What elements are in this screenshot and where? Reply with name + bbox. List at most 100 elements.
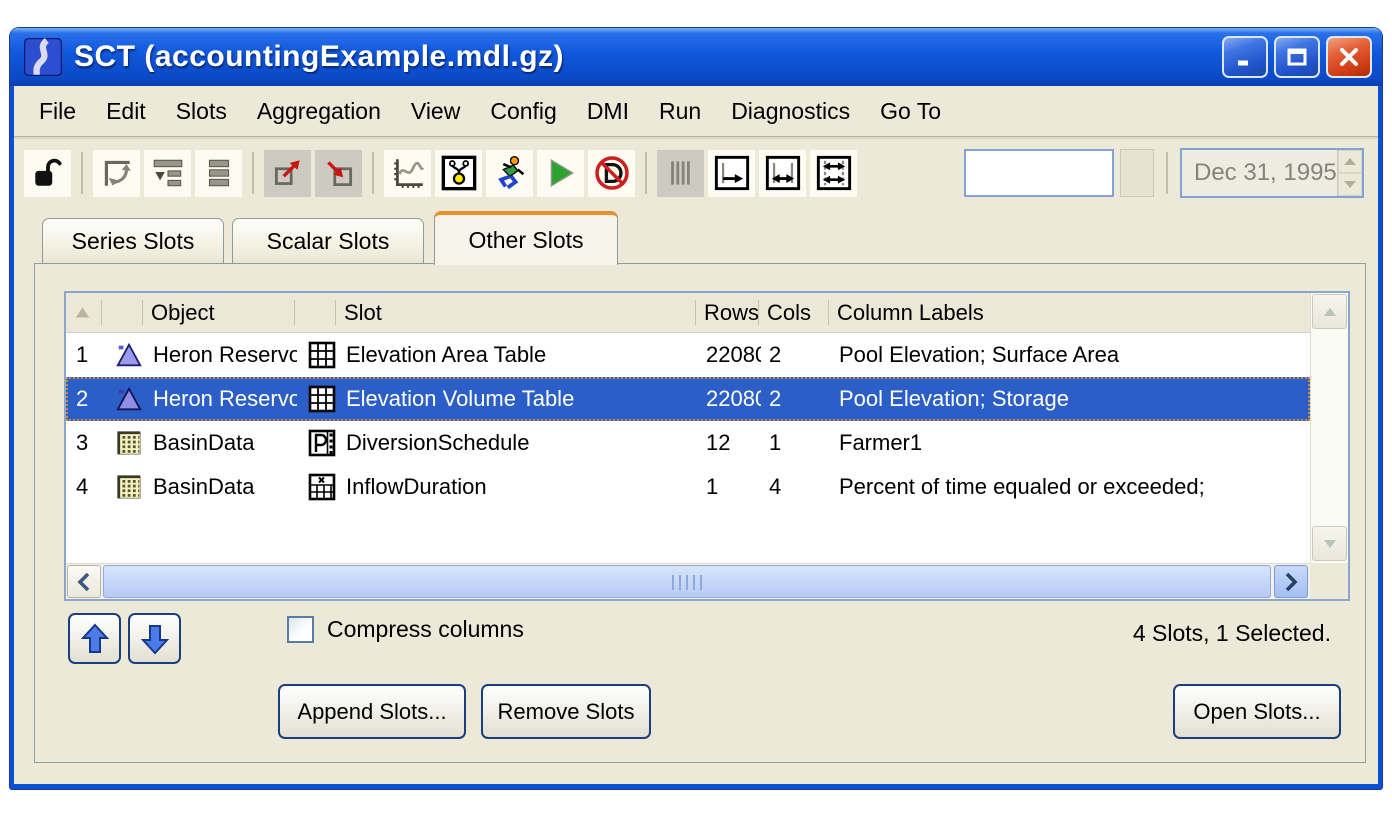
scroll-right-button[interactable] xyxy=(1274,565,1308,598)
plot-button[interactable] xyxy=(384,150,431,197)
chevron-down-icon xyxy=(1322,538,1338,550)
remove-slots-button[interactable]: Remove Slots xyxy=(481,684,651,739)
scroll-up-button[interactable] xyxy=(1312,294,1347,329)
compress-columns-checkbox[interactable] xyxy=(287,616,314,643)
column-labels-column-header[interactable]: Column Labels xyxy=(829,293,1310,332)
minimize-button[interactable] xyxy=(1222,36,1268,78)
row-count: 12 xyxy=(698,423,761,463)
chevron-right-icon xyxy=(1283,572,1299,592)
dispatch-goal-icon xyxy=(440,154,478,192)
menu-diagnostics[interactable]: Diagnostics xyxy=(716,92,865,131)
table-row-selected[interactable]: 2 Heron Reservoir Elevation Volume Table… xyxy=(66,377,1310,421)
stop-run-button[interactable] xyxy=(588,150,635,197)
maximize-icon xyxy=(1286,46,1308,68)
screen: SCT (accountingExample.mdl.gz) File Edit… xyxy=(0,0,1392,821)
slot-name: DiversionSchedule xyxy=(338,423,698,463)
tab-other-slots[interactable]: Other Slots xyxy=(434,211,618,265)
window-title: SCT (accountingExample.mdl.gz) xyxy=(74,40,1222,74)
horizontal-scroll-thumb[interactable] xyxy=(103,565,1271,598)
menu-view[interactable]: View xyxy=(396,92,475,131)
other-slots-pane: Object Slot Rows Cols Column Labels 1 He… xyxy=(34,263,1366,763)
fit-column-width-button[interactable] xyxy=(708,150,755,197)
move-slot-down-button[interactable] xyxy=(128,613,181,664)
table-slot-icon xyxy=(297,335,338,375)
slot-table: Object Slot Rows Cols Column Labels 1 He… xyxy=(64,291,1350,601)
fit-column-width-icon xyxy=(713,154,751,192)
table-row[interactable]: 3 BasinData DiversionSchedule 12 1 Farme… xyxy=(66,421,1310,465)
menu-slots[interactable]: Slots xyxy=(161,92,242,131)
reservoir-icon xyxy=(104,335,145,375)
menu-dmi[interactable]: DMI xyxy=(572,92,644,131)
fit-visible-columns-icon xyxy=(764,154,802,192)
chevron-left-icon xyxy=(76,572,92,592)
swap-orientation-button[interactable] xyxy=(93,150,140,197)
vertical-scrollbar[interactable] xyxy=(1310,293,1348,563)
tab-series-slots[interactable]: Series Slots xyxy=(42,218,224,264)
maximize-button[interactable] xyxy=(1274,36,1320,78)
menu-edit[interactable]: Edit xyxy=(91,92,161,131)
cols-column-header[interactable]: Cols xyxy=(759,293,829,332)
column-labels: Percent of time equaled or exceeded; xyxy=(831,467,1308,507)
menu-file[interactable]: File xyxy=(24,92,91,131)
start-run-button[interactable] xyxy=(537,150,584,197)
stop-run-icon xyxy=(593,154,631,192)
move-slot-up-button[interactable] xyxy=(68,613,121,664)
row-number: 3 xyxy=(68,423,104,463)
swap-orientation-icon xyxy=(99,155,135,191)
periodic-slot-icon xyxy=(297,423,338,463)
tab-label: Other Slots xyxy=(468,227,583,254)
table-row[interactable]: 4 BasinData InflowDuration 1 4 Percent o… xyxy=(66,465,1310,509)
menu-config[interactable]: Config xyxy=(475,92,571,131)
title-bar[interactable]: SCT (accountingExample.mdl.gz) xyxy=(10,28,1382,86)
object-icon-column-header[interactable] xyxy=(102,293,143,332)
row-number: 2 xyxy=(68,379,104,419)
lock-open-button[interactable] xyxy=(24,150,71,197)
collapse-aggregates-button[interactable] xyxy=(315,150,362,197)
toolbar: Dec 31, 1995 xyxy=(14,137,1378,207)
open-slots-button[interactable]: Open Slots... xyxy=(1173,684,1341,739)
object-name: BasinData xyxy=(145,467,297,507)
aggregation-view-button[interactable] xyxy=(144,150,191,197)
menu-goto[interactable]: Go To xyxy=(865,92,956,131)
minimize-icon xyxy=(1234,46,1256,68)
row-number: 1 xyxy=(68,335,104,375)
object-column-header[interactable]: Object xyxy=(143,293,295,332)
slot-icon-column-header[interactable] xyxy=(295,293,336,332)
chevron-up-icon xyxy=(1322,306,1338,318)
rows-column-header[interactable]: Rows xyxy=(696,293,759,332)
spin-up-button[interactable] xyxy=(1338,150,1362,173)
run-control-button[interactable] xyxy=(486,150,533,197)
plot-icon xyxy=(390,155,426,191)
show-grid-lines-button[interactable] xyxy=(657,150,704,197)
table-slot-icon xyxy=(297,379,338,419)
datetime-spinner[interactable]: Dec 31, 1995 xyxy=(1180,148,1364,198)
close-icon xyxy=(1337,45,1361,69)
horizontal-scrollbar[interactable] xyxy=(66,563,1310,599)
menu-aggregation[interactable]: Aggregation xyxy=(242,92,396,131)
spin-down-button[interactable] xyxy=(1338,173,1362,196)
scroll-down-button[interactable] xyxy=(1312,526,1347,561)
scroll-left-button[interactable] xyxy=(67,565,101,598)
flat-list-view-button[interactable] xyxy=(195,150,242,197)
table-row[interactable]: 1 Heron Reservoir Elevation Area Table 2… xyxy=(66,333,1310,377)
fit-visible-columns-button[interactable] xyxy=(759,150,806,197)
menu-run[interactable]: Run xyxy=(644,92,716,131)
scrollbar-corner xyxy=(1310,563,1348,599)
scroll-thumb-grip xyxy=(672,575,702,590)
slot-column-header[interactable]: Slot xyxy=(336,293,696,332)
spin-down-icon xyxy=(1343,180,1357,189)
tab-scalar-slots[interactable]: Scalar Slots xyxy=(232,218,424,264)
expand-aggregates-button[interactable] xyxy=(264,150,311,197)
row-count: 1 xyxy=(698,467,761,507)
data-object-icon xyxy=(104,423,145,463)
append-slots-button[interactable]: Append Slots... xyxy=(278,684,466,739)
dispatch-goal-button[interactable] xyxy=(435,150,482,197)
riverware-app-icon xyxy=(24,38,62,76)
fit-all-columns-button[interactable] xyxy=(810,150,857,197)
filter-apply-button[interactable] xyxy=(1120,149,1154,197)
toolbar-separator xyxy=(81,152,83,194)
sort-column-header[interactable] xyxy=(66,293,102,332)
close-button[interactable] xyxy=(1326,36,1372,78)
col-count: 2 xyxy=(761,335,831,375)
slot-filter-input[interactable] xyxy=(964,149,1114,197)
